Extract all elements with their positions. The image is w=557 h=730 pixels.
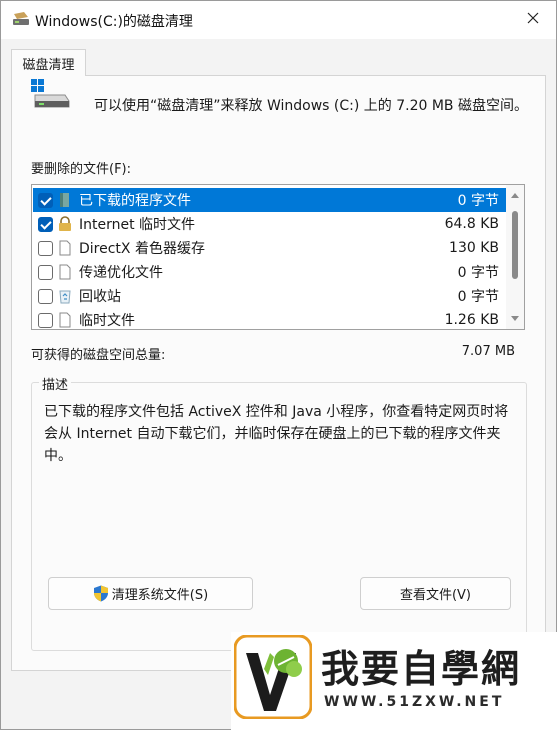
list-item[interactable]: 临时文件 1.26 KB — [33, 308, 507, 329]
item-name: Internet 临时文件 — [79, 217, 196, 233]
item-size: 64.8 KB — [444, 216, 499, 232]
file-icon — [57, 240, 73, 256]
file-icon — [57, 312, 73, 328]
checkbox[interactable] — [38, 240, 53, 256]
title-bar: Windows(C:)的磁盘清理 — [1, 1, 556, 39]
item-size: 130 KB — [449, 240, 499, 256]
watermark-title: 我要自學網 — [321, 647, 522, 691]
window-title: Windows(C:)的磁盘清理 — [35, 14, 193, 30]
available-space-value: 7.07 MB — [461, 344, 515, 359]
available-space-label: 可获得的磁盘空间总量: — [31, 348, 166, 363]
drive-icon — [31, 79, 71, 111]
list-item[interactable]: 传递优化文件 0 字节 — [33, 260, 507, 284]
file-icon — [57, 264, 73, 280]
clean-system-files-button[interactable]: 清理系统文件(S) — [48, 577, 253, 610]
file-list[interactable]: 已下载的程序文件 0 字节 Internet 临时文件 64.8 KB Dire… — [31, 184, 525, 330]
item-size: 1.26 KB — [444, 312, 499, 328]
clean-system-files-label: 清理系统文件(S) — [111, 588, 209, 603]
description-text: 已下载的程序文件包括 ActiveX 控件和 Java 小程序，你查看特定网页时… — [44, 404, 509, 464]
folder-icon — [57, 192, 73, 208]
lock-icon — [57, 216, 73, 232]
watermark-url: WWW.51ZXW.NET — [324, 694, 505, 710]
list-item[interactable]: DirectX 着色器缓存 130 KB — [33, 236, 507, 260]
item-size: 0 字节 — [457, 193, 499, 209]
files-to-delete-label: 要删除的文件(F): — [31, 162, 132, 177]
scrollbar-thumb[interactable] — [512, 211, 518, 279]
disk-cleanup-app-icon — [12, 12, 30, 26]
checkbox[interactable] — [38, 288, 53, 304]
recycle-bin-icon — [57, 288, 73, 304]
item-name: 回收站 — [79, 289, 121, 305]
list-item[interactable]: Internet 临时文件 64.8 KB — [33, 212, 507, 236]
disk-cleanup-window: Windows(C:)的磁盘清理 磁盘清理 可以使用“磁盘清理”来释放 Wind… — [0, 0, 557, 730]
intro-text: 可以使用“磁盘清理”来释放 Windows (C:) 上的 7.20 MB 磁盘… — [94, 98, 528, 114]
item-size: 0 字节 — [457, 289, 499, 305]
list-item[interactable]: 已下载的程序文件 0 字节 — [33, 188, 507, 212]
shield-icon — [93, 585, 109, 602]
vertical-scrollbar[interactable] — [506, 185, 524, 329]
item-name: DirectX 着色器缓存 — [79, 241, 205, 257]
item-name: 已下载的程序文件 — [79, 193, 191, 209]
item-size: 0 字节 — [457, 265, 499, 281]
scroll-down-arrow-icon[interactable] — [511, 316, 519, 321]
site-logo-icon — [233, 634, 313, 720]
checkbox[interactable] — [38, 312, 53, 328]
item-name: 临时文件 — [79, 313, 135, 329]
close-icon — [527, 12, 539, 28]
checkbox[interactable] — [38, 192, 53, 208]
checkbox[interactable] — [38, 264, 53, 280]
list-item[interactable]: 回收站 0 字节 — [33, 284, 507, 308]
description-title: 描述 — [39, 374, 72, 393]
watermark: 我要自學網 WWW.51ZXW.NET — [231, 632, 557, 730]
close-button[interactable] — [510, 1, 556, 39]
tab-disk-cleanup[interactable]: 磁盘清理 — [11, 49, 86, 76]
scroll-up-arrow-icon[interactable] — [511, 193, 519, 198]
item-name: 传递优化文件 — [79, 265, 163, 281]
checkbox[interactable] — [38, 216, 53, 232]
view-files-button[interactable]: 查看文件(V) — [360, 577, 511, 610]
